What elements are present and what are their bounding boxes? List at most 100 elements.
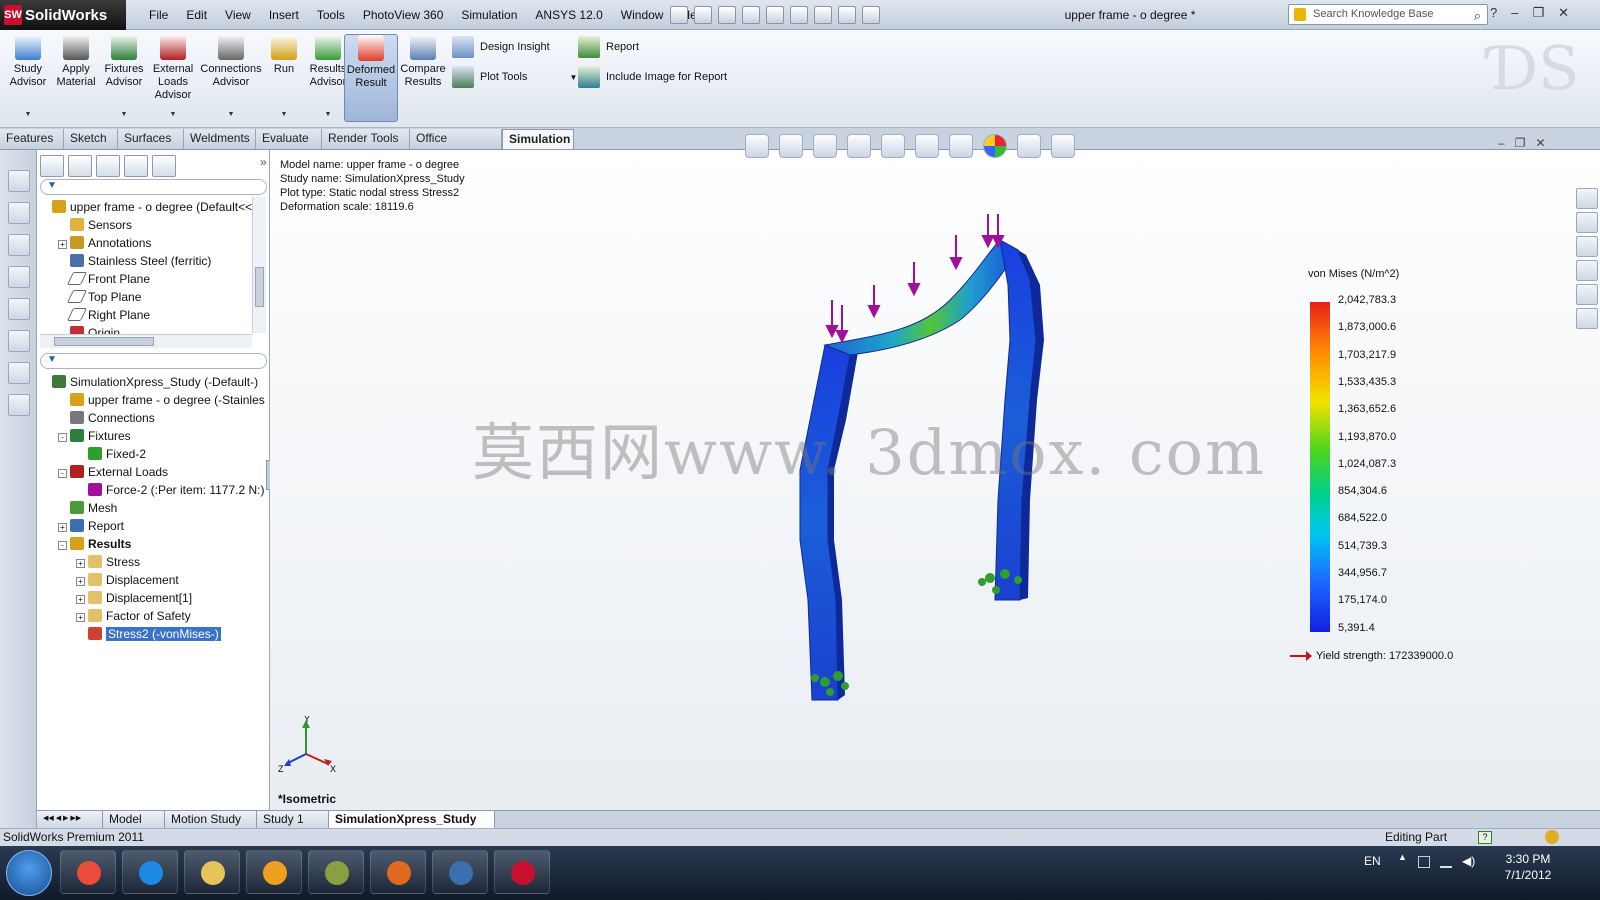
tree-item[interactable]: Top Plane	[40, 288, 252, 306]
resources-home-icon[interactable]	[1576, 188, 1598, 209]
display-manager-tab-icon[interactable]	[152, 155, 176, 177]
media-icon[interactable]	[246, 850, 302, 894]
zoom-area-icon[interactable]	[779, 134, 803, 158]
tree-item[interactable]: - External Loads	[40, 463, 265, 481]
restore-icon[interactable]: ❐	[1532, 5, 1544, 21]
viewport-minimize-icon[interactable]: –	[1498, 136, 1505, 150]
scroll-thumb[interactable]	[255, 267, 264, 307]
appearance-icon[interactable]	[983, 134, 1007, 158]
tree-item[interactable]: + Displacement	[40, 571, 265, 589]
tree-item[interactable]: + Factor of Safety	[40, 607, 265, 625]
feature-tree-scrollbar[interactable]	[252, 197, 266, 333]
open-icon[interactable]	[694, 6, 712, 24]
menu-edit[interactable]: Edit	[177, 8, 216, 22]
tab-weldments[interactable]: Weldments	[184, 129, 256, 149]
print-icon[interactable]	[742, 6, 760, 24]
hscroll-thumb[interactable]	[54, 337, 154, 346]
options-icon[interactable]	[862, 6, 880, 24]
ie-icon[interactable]	[122, 850, 178, 894]
design-insight-button[interactable]: Design Insight	[452, 36, 550, 58]
expand-icon[interactable]: +	[76, 559, 85, 568]
undo-icon[interactable]	[766, 6, 784, 24]
dimxpert-tab-icon[interactable]	[124, 155, 148, 177]
kmplayer-icon[interactable]	[432, 850, 488, 894]
search-icon[interactable]: ⌕	[1474, 6, 1481, 25]
connections-advisor-button[interactable]: Connections Advisor ▼	[200, 34, 262, 118]
solidworks-icon[interactable]	[494, 850, 550, 894]
sketch-icon[interactable]	[8, 202, 30, 224]
viewport-restore-icon[interactable]: ❐	[1515, 136, 1526, 150]
tree-item[interactable]: + Stress	[40, 553, 265, 571]
expand-icon[interactable]: +	[76, 613, 85, 622]
menu-file[interactable]: File	[140, 8, 177, 22]
clock-time[interactable]: 3:30 PM	[1498, 852, 1558, 866]
feature-tree-tab-icon[interactable]	[40, 155, 64, 177]
close-icon[interactable]: ✕	[1558, 5, 1569, 21]
show-hidden-icons[interactable]: ▲	[1398, 852, 1407, 862]
include-image-button[interactable]: Include Image for Report	[578, 66, 727, 88]
collapse-icon[interactable]: -	[58, 541, 67, 550]
chevron-down-icon[interactable]: ▼	[6, 108, 50, 121]
menu-insert[interactable]: Insert	[260, 8, 308, 22]
design-library-icon[interactable]	[1576, 212, 1598, 233]
select-icon[interactable]	[790, 6, 808, 24]
language-indicator[interactable]: EN	[1364, 854, 1381, 868]
chrome-icon[interactable]	[60, 850, 116, 894]
minimize-icon[interactable]: –	[1511, 5, 1518, 21]
menu-window[interactable]: Window	[612, 8, 673, 22]
new-icon[interactable]	[670, 6, 688, 24]
weldment-icon[interactable]	[8, 298, 30, 320]
bottom-tab-model[interactable]: Model	[103, 811, 165, 828]
run-button[interactable]: Run ▼	[266, 34, 302, 118]
office-icon[interactable]	[8, 394, 30, 416]
tree-item[interactable]: Connections	[40, 409, 265, 427]
tab-render-tools[interactable]: Render Tools	[322, 129, 410, 149]
menu-simulation[interactable]: Simulation	[452, 8, 526, 22]
custom-properties-icon[interactable]	[1576, 308, 1598, 329]
expand-panel-icon[interactable]: »	[260, 155, 267, 181]
tree-item[interactable]: Front Plane	[40, 270, 252, 288]
expand-icon[interactable]: +	[58, 240, 67, 249]
tree-item[interactable]: + Report	[40, 517, 265, 535]
tree-item[interactable]: upper frame - o degree (Default<<D	[40, 198, 252, 216]
bottom-tab-motion-study-1[interactable]: Motion Study 1	[165, 811, 257, 842]
menu-view[interactable]: View	[216, 8, 260, 22]
search-input[interactable]: Search Knowledge Base ⌕	[1288, 4, 1488, 25]
menu-ansys-12-0[interactable]: ANSYS 12.0	[526, 8, 611, 22]
tree-item[interactable]: Fixed-2	[40, 445, 265, 463]
evaluate-icon[interactable]	[8, 330, 30, 352]
file-explorer-icon[interactable]	[1576, 236, 1598, 257]
clock-date[interactable]: 7/1/2012	[1498, 868, 1558, 882]
app-icon[interactable]	[308, 850, 364, 894]
start-button[interactable]	[6, 850, 52, 896]
tree-item[interactable]: + Displacement[1]	[40, 589, 265, 607]
section-view-icon[interactable]	[847, 134, 871, 158]
chevron-down-icon[interactable]: ▼	[200, 108, 262, 121]
tree-item[interactable]: Stainless Steel (ferritic)	[40, 252, 252, 270]
feature-icon[interactable]	[8, 170, 30, 192]
tree-item[interactable]: Stress2 (-vonMises-)	[40, 625, 265, 643]
tab-features[interactable]: Features	[0, 129, 64, 149]
tree-item[interactable]: Sensors	[40, 216, 252, 234]
apply-material-button[interactable]: Apply Material	[54, 34, 98, 89]
tree-item[interactable]: Origin	[40, 324, 252, 334]
expand-icon[interactable]: +	[76, 595, 85, 604]
rebuild-icon[interactable]	[814, 6, 832, 24]
configuration-tab-icon[interactable]	[96, 155, 120, 177]
color-bar[interactable]	[1310, 302, 1330, 632]
file-properties-icon[interactable]	[838, 6, 856, 24]
signal-icon[interactable]	[1440, 856, 1452, 868]
tree-item[interactable]: - Fixtures	[40, 427, 265, 445]
chevron-down-icon[interactable]: ▼	[266, 108, 302, 121]
view-orientation-icon[interactable]	[881, 134, 905, 158]
zoom-to-fit-icon[interactable]	[745, 134, 769, 158]
expand-icon[interactable]: +	[58, 523, 67, 532]
scene-icon[interactable]	[1017, 134, 1041, 158]
help-icon[interactable]: ?	[1490, 5, 1497, 21]
surface-icon[interactable]	[8, 266, 30, 288]
hide-show-icon[interactable]	[949, 134, 973, 158]
volume-icon[interactable]: ◀)	[1462, 854, 1475, 868]
expand-icon[interactable]: +	[76, 577, 85, 586]
rebuild-status-icon[interactable]	[1545, 830, 1559, 844]
report-button[interactable]: Report	[578, 36, 639, 58]
